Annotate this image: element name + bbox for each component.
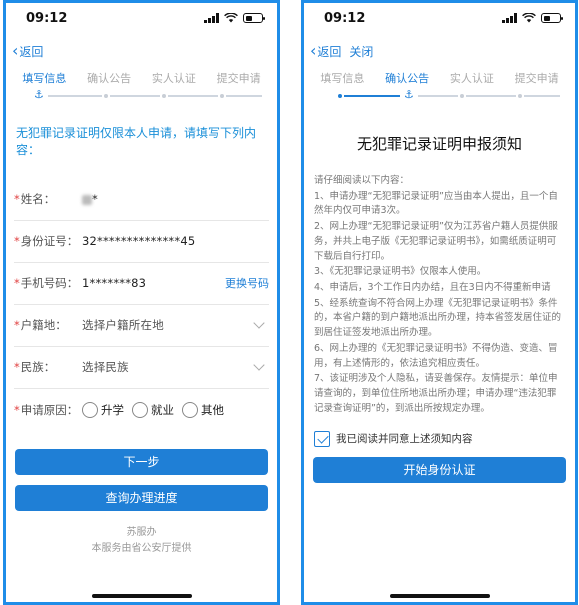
back-link[interactable]: 返回 (19, 43, 43, 60)
left-screen: 09:12 ‹ 返回 填写信息 确认公告 实人认证 提交申请 ⚓ 无犯罪记录证明… (6, 3, 277, 602)
nav-bar: ‹ 返回 关闭 (304, 33, 575, 69)
agree-checkbox-row[interactable]: 我已阅读并同意上述须知内容 (314, 430, 575, 447)
step-labels: 填写信息 确认公告 实人认证 提交申请 (6, 69, 277, 87)
minzu-row[interactable]: *民族： 选择民族 (14, 347, 269, 389)
huji-label: 户籍地： (20, 318, 67, 333)
radio-circle-icon[interactable] (132, 401, 148, 418)
radio-circle-icon[interactable] (82, 401, 98, 418)
application-form: *姓名： * *身份证号： 32**************45 *手机号码： … (6, 179, 277, 431)
query-progress-button[interactable]: 查询办理进度 (15, 484, 268, 511)
minzu-select[interactable]: 选择民族 (82, 359, 255, 375)
step-progress: ⚓ (22, 87, 262, 105)
phone-row: *手机号码： 1*******83 更换号码 (14, 263, 269, 305)
home-indicator[interactable] (91, 594, 192, 598)
step-submit: 提交申请 (514, 72, 559, 85)
status-bar: 09:12 (6, 3, 277, 33)
redacted-mark (82, 194, 92, 205)
name-row: *姓名： * (14, 179, 269, 221)
notice-title: 无犯罪记录证明申报须知 (356, 135, 522, 153)
chevron-down-icon (253, 359, 265, 371)
notice-item: 3、《无犯罪记录证明书》仅限本人使用。 (314, 266, 487, 278)
step-fill-info: 填写信息 (22, 72, 67, 85)
reason-option-other[interactable]: 其他 (182, 401, 224, 418)
right-phone-frame: 09:12 ‹ 返回 关闭 填写信息 确认公告 实人认证 提交申请 ⚓ 无犯罪记… (301, 0, 578, 605)
battery-icon (541, 13, 563, 23)
home-indicator[interactable] (389, 594, 490, 598)
reason-option-job[interactable]: 就业 (132, 401, 174, 418)
notice-head: 请仔细阅读以下内容： (314, 175, 410, 186)
status-bar: 09:12 (304, 3, 575, 33)
reason-option-study[interactable]: 升学 (82, 401, 124, 418)
step-identity-verify: 实人认证 (449, 72, 494, 85)
footer-brand: 苏服办 (126, 526, 157, 538)
close-link[interactable]: 关闭 (349, 43, 373, 60)
wifi-icon (522, 13, 536, 23)
notice-item: 7、该证明涉及个人隐私，请妥善保存。友情提示：单位申请查询的，到单位住所地派出所… (314, 373, 558, 414)
left-phone-frame: 09:12 ‹ 返回 填写信息 确认公告 实人认证 提交申请 ⚓ 无犯罪记录证明… (3, 0, 280, 605)
change-phone-link[interactable]: 更换号码 (225, 275, 269, 291)
reason-label: 申请原因： (20, 402, 79, 417)
huji-select[interactable]: 选择户籍所在地 (82, 317, 255, 333)
next-button[interactable]: 下一步 (15, 448, 268, 475)
step-labels: 填写信息 确认公告 实人认证 提交申请 (304, 69, 575, 87)
step-progress: ⚓ (320, 87, 560, 105)
notice-item: 6、网上办理的《无犯罪记录证明书》不得伪造、变造、冒用，有上述情形的，依法追究相… (314, 342, 558, 369)
signal-icon (502, 13, 517, 23)
notice-item: 4、申请后，3个工作日内办结，且在3日内不得重新申请 (314, 282, 551, 294)
minzu-label: 民族： (20, 360, 56, 375)
name-label: 姓名： (20, 192, 56, 207)
reason-radio-group: 升学 就业 其他 (82, 401, 224, 418)
checkbox-checked-icon[interactable] (314, 430, 330, 447)
agree-label: 我已阅读并同意上述须知内容 (336, 433, 473, 445)
step-confirm-notice: 确认公告 (385, 72, 430, 85)
notice-item: 1、申请办理“无犯罪记录证明”应当由本人提出，且一个自然年内仅可申请3次。 (314, 190, 558, 217)
status-time: 09:12 (324, 10, 366, 26)
phone-label: 手机号码： (20, 276, 79, 291)
status-time: 09:12 (26, 10, 68, 26)
id-row: *身份证号： 32**************45 (14, 221, 269, 263)
nav-bar: ‹ 返回 (6, 33, 277, 69)
name-field[interactable]: * (82, 192, 269, 206)
intro-text: 无犯罪记录证明仅限本人申请，请填写下列内容： (16, 126, 257, 157)
notice-item: 2、网上办理“无犯罪记录证明”仅为江苏省户籍人员提供服务，并共上电子版《无犯罪记… (314, 221, 558, 262)
footer: 苏服办 本服务由省公安厅提供 (6, 525, 277, 557)
step-fill-info: 填写信息 (320, 72, 365, 85)
chevron-left-icon[interactable]: ‹ (12, 43, 18, 59)
reason-row: *申请原因： 升学 就业 其他 (14, 401, 224, 418)
radio-circle-icon[interactable] (182, 401, 198, 418)
step-submit: 提交申请 (216, 72, 261, 85)
back-link[interactable]: 返回 (317, 43, 341, 60)
id-field[interactable]: 32**************45 (82, 234, 269, 248)
right-screen: 09:12 ‹ 返回 关闭 填写信息 确认公告 实人认证 提交申请 ⚓ 无犯罪记… (304, 3, 575, 602)
anchor-icon: ⚓ (404, 88, 414, 101)
notice-body: 请仔细阅读以下内容： 1、申请办理“无犯罪记录证明”应当由本人提出，且一个自然年… (304, 174, 575, 417)
wifi-icon (224, 13, 238, 23)
step-confirm-notice: 确认公告 (87, 72, 132, 85)
signal-icon (204, 13, 219, 23)
footer-provider: 本服务由省公安厅提供 (91, 542, 192, 554)
chevron-left-icon[interactable]: ‹ (310, 43, 316, 59)
phone-field[interactable]: 1*******83 (82, 276, 225, 290)
step-identity-verify: 实人认证 (151, 72, 196, 85)
id-label: 身份证号： (20, 234, 79, 249)
battery-icon (243, 13, 265, 23)
chevron-down-icon (253, 317, 265, 329)
anchor-icon: ⚓ (34, 88, 44, 101)
huji-row[interactable]: *户籍地： 选择户籍所在地 (14, 305, 269, 347)
start-verification-button[interactable]: 开始身份认证 (313, 456, 566, 483)
notice-item: 5、经系统查询不符合网上办理《无犯罪记录证明书》条件的，本省户籍的到户籍地派出所… (314, 297, 562, 339)
